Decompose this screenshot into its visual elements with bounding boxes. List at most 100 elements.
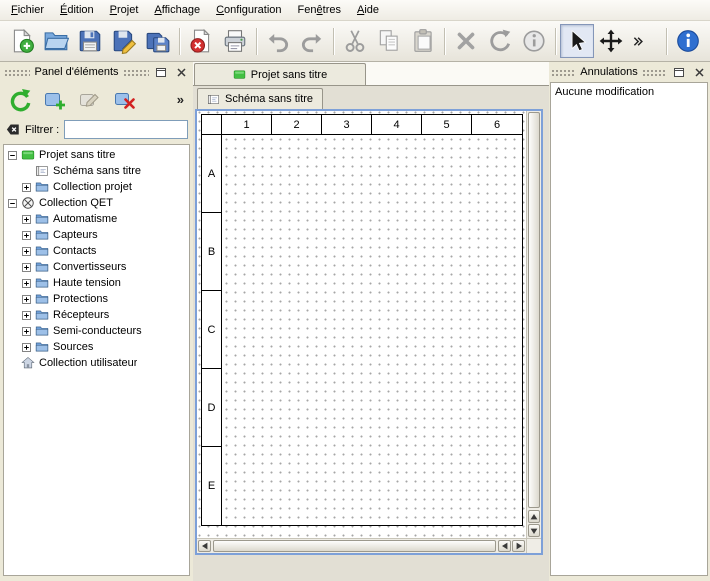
float-button[interactable]: [671, 65, 687, 79]
delete-selection-button[interactable]: [449, 24, 483, 58]
expand-toggle[interactable]: [21, 327, 32, 336]
column-label: 2: [272, 115, 322, 134]
visualisation-mode-button[interactable]: [594, 24, 628, 58]
dock-grip[interactable]: [551, 68, 576, 77]
menu-projet[interactable]: Projet: [102, 0, 147, 20]
expand-toggle[interactable]: [21, 311, 32, 320]
cut-button[interactable]: [338, 24, 372, 58]
open-document-button[interactable]: [39, 24, 73, 58]
rotate-selection-button[interactable]: [483, 24, 517, 58]
vertical-scrollbar-thumb[interactable]: [528, 112, 540, 508]
scroll-down-button[interactable]: [528, 524, 540, 537]
tree-item-label: Semi-conducteurs: [53, 325, 142, 337]
tree-item-contacts[interactable]: Contacts: [4, 243, 189, 259]
tree-item-protections[interactable]: Protections: [4, 291, 189, 307]
tree-item-semi-conducteurs[interactable]: Semi-conducteurs: [4, 323, 189, 339]
tree-item-convertisseurs[interactable]: Convertisseurs: [4, 259, 189, 275]
folder-icon: [34, 180, 50, 194]
selection-mode-button[interactable]: [560, 24, 594, 58]
vertical-scrollbar[interactable]: [526, 111, 541, 538]
new-document-button[interactable]: [5, 24, 39, 58]
tree-item-collection-qet[interactable]: Collection QET: [4, 195, 189, 211]
dock-grip[interactable]: [642, 68, 667, 77]
scroll-up-button[interactable]: [528, 510, 540, 523]
print-button[interactable]: [218, 24, 252, 58]
edit-element-icon: [78, 88, 102, 112]
expand-toggle[interactable]: [21, 279, 32, 288]
scroll-right-button[interactable]: [512, 540, 525, 552]
scroll-left-button[interactable]: [198, 540, 211, 552]
refresh-icon: [8, 88, 32, 112]
undo-panel-title: Annulations: [580, 66, 638, 78]
filter-clear-icon[interactable]: [5, 122, 20, 137]
tree-item-haute-tension[interactable]: Haute tension: [4, 275, 189, 291]
expand-toggle[interactable]: [21, 231, 32, 240]
paste-icon: [410, 28, 436, 54]
close-button[interactable]: [691, 65, 707, 79]
tree-item-collection-utilisateur[interactable]: Collection utilisateur: [4, 355, 189, 371]
mdi-area: Schéma sans titre 123456 ABCDE: [193, 86, 549, 581]
new-element-button[interactable]: [39, 84, 70, 115]
menu-configuration[interactable]: Configuration: [208, 0, 289, 20]
tree-item-collection-projet[interactable]: Collection projet: [4, 179, 189, 195]
menu-edition[interactable]: Édition: [52, 0, 102, 20]
float-button[interactable]: [153, 65, 169, 79]
home-icon: [20, 356, 36, 370]
folder-icon: [34, 260, 50, 274]
tree-item-capteurs[interactable]: Capteurs: [4, 227, 189, 243]
chevron-double-right-icon: [630, 34, 645, 49]
dock-grip[interactable]: [123, 68, 149, 77]
copy-button[interactable]: [372, 24, 406, 58]
delete-element-icon: [113, 88, 137, 112]
tree-item-sources[interactable]: Sources: [4, 339, 189, 355]
expand-toggle[interactable]: [21, 343, 32, 352]
paste-button[interactable]: [406, 24, 440, 58]
menu-fichier[interactable]: Fichier: [3, 0, 52, 20]
delete-element-button[interactable]: [109, 84, 140, 115]
expand-toggle[interactable]: [21, 263, 32, 272]
tree-item-recepteurs[interactable]: Récepteurs: [4, 307, 189, 323]
tree-item-projet-sans-titre[interactable]: Projet sans titre: [4, 147, 189, 163]
collapse-toggle[interactable]: [7, 199, 18, 208]
tab-schema-sans-titre[interactable]: Schéma sans titre: [197, 88, 323, 109]
expand-toggle[interactable]: [21, 215, 32, 224]
tree-item-automatisme[interactable]: Automatisme: [4, 211, 189, 227]
arrow-left-icon: [201, 542, 209, 550]
conductor-properties-button[interactable]: [517, 24, 551, 58]
reload-collections-button[interactable]: [4, 84, 35, 115]
expand-toggle[interactable]: [21, 295, 32, 304]
tree-item-schema-sans-titre[interactable]: Schéma sans titre: [4, 163, 189, 179]
expand-toggle[interactable]: [21, 247, 32, 256]
tab-projet-sans-titre[interactable]: Projet sans titre: [194, 63, 366, 85]
toolbar-separator: [256, 28, 257, 55]
undo-icon: [265, 28, 291, 54]
horizontal-scrollbar-thumb[interactable]: [213, 540, 496, 552]
save-button[interactable]: [73, 24, 107, 58]
menu-aide[interactable]: Aide: [349, 0, 387, 20]
redo-button[interactable]: [295, 24, 329, 58]
close-button[interactable]: [173, 65, 189, 79]
dock-grip[interactable]: [4, 68, 30, 77]
column-label: 1: [222, 115, 272, 134]
close-file-button[interactable]: [184, 24, 218, 58]
redo-icon: [299, 28, 325, 54]
column-label: 3: [322, 115, 372, 134]
diagram-canvas[interactable]: 123456 ABCDE: [197, 111, 526, 538]
elements-toolbar-overflow-button[interactable]: »: [172, 85, 189, 115]
filter-input[interactable]: [64, 120, 188, 139]
undo-button[interactable]: [261, 24, 295, 58]
new-element-icon: [43, 88, 67, 112]
save-all-button[interactable]: [141, 24, 175, 58]
horizontal-scrollbar[interactable]: [197, 538, 526, 553]
toolbar-overflow-button[interactable]: [628, 24, 646, 58]
tree-item-label: Récepteurs: [53, 309, 109, 321]
menu-affichage[interactable]: Affichage: [146, 0, 208, 20]
scroll-left-alt-button[interactable]: [498, 540, 511, 552]
menu-fenetres[interactable]: Fenêtres: [290, 0, 349, 20]
info-blue-icon: [675, 28, 701, 54]
about-qet-button[interactable]: [671, 24, 705, 58]
edit-element-button[interactable]: [74, 84, 105, 115]
expand-toggle[interactable]: [21, 183, 32, 192]
save-as-button[interactable]: [107, 24, 141, 58]
collapse-toggle[interactable]: [7, 151, 18, 160]
